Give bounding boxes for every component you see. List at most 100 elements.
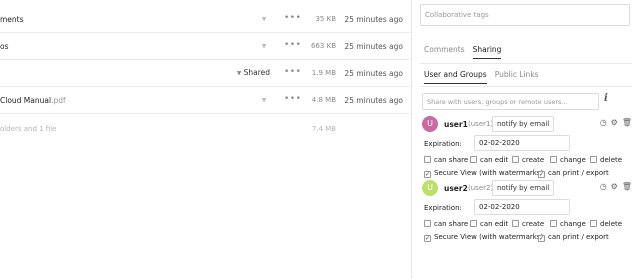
perm-label: create xyxy=(522,220,545,228)
checkbox[interactable] xyxy=(512,156,519,163)
perm-secure-view[interactable]: ✓ Secure View (with watermarks) xyxy=(424,233,543,242)
checkbox-checked[interactable]: ✓ xyxy=(424,235,431,242)
perm-label: can print / export xyxy=(548,233,609,241)
trash-icon[interactable]: 🗑 xyxy=(622,118,632,127)
tags-input[interactable]: Collaborative tags xyxy=(420,4,630,26)
file-name[interactable]: Cloud Manual.pdf xyxy=(0,96,66,105)
avatar: U xyxy=(422,180,438,196)
subtab-divider xyxy=(420,86,632,87)
notify-by-email-button[interactable]: notify by email xyxy=(492,180,555,196)
perm-change[interactable]: change xyxy=(550,220,586,228)
share-icon[interactable]: ⩔ xyxy=(262,41,266,51)
perm-secure-view[interactable]: ✓ Secure View (with watermarks) xyxy=(424,169,543,178)
info-icon[interactable]: i xyxy=(604,93,608,104)
perm-label: can share xyxy=(434,156,469,164)
permission-row-2: ✓ Secure View (with watermarks) ✓ can prin… xyxy=(424,233,634,243)
perm-label: Secure View (with watermarks) xyxy=(434,169,544,177)
notify-by-email-button[interactable]: notify by email xyxy=(492,116,555,132)
checkbox[interactable] xyxy=(550,156,557,163)
tab-sharing[interactable]: Sharing xyxy=(472,45,502,59)
file-modified: 25 minutes ago xyxy=(344,69,403,78)
tab-public-links[interactable]: Public Links xyxy=(495,70,539,83)
checkbox[interactable] xyxy=(590,220,597,227)
expiration-label: Expiration: xyxy=(424,140,462,148)
perm-can-edit[interactable]: can edit xyxy=(470,156,508,164)
share-user-id: (user2) xyxy=(468,184,494,192)
checkbox-checked[interactable]: ✓ xyxy=(424,171,431,178)
checkbox[interactable] xyxy=(550,220,557,227)
more-actions-icon[interactable]: ••• xyxy=(284,13,301,23)
file-row[interactable]: ments ⩔ ••• 35 KB 25 minutes ago xyxy=(0,6,411,33)
share-icon: ⩔ xyxy=(237,68,242,77)
details-sidebar: Collaborative tags Comments Sharing User … xyxy=(412,0,640,279)
perm-create[interactable]: create xyxy=(512,220,544,228)
perm-delete[interactable]: delete xyxy=(590,156,622,164)
perm-create[interactable]: create xyxy=(512,156,544,164)
file-size: 4.8 MB xyxy=(311,96,336,104)
perm-delete[interactable]: delete xyxy=(590,220,622,228)
permission-row-2: ✓ Secure View (with watermarks) ✓ can prin… xyxy=(424,169,634,179)
perm-label: can edit xyxy=(480,220,509,228)
checkbox[interactable] xyxy=(424,220,431,227)
clock-icon[interactable]: ◷ xyxy=(600,182,607,191)
tab-user-and-groups[interactable]: User and Groups xyxy=(424,70,487,84)
permission-row: can share can edit create change delete xyxy=(424,156,634,166)
file-row[interactable]: os ⩔ ••• 663 KB 25 minutes ago xyxy=(0,33,411,60)
share-icon[interactable]: ⩔ xyxy=(262,95,266,105)
share-icon[interactable]: ⩔ xyxy=(262,14,266,24)
perm-can-print[interactable]: ✓ can print / export xyxy=(538,233,609,242)
perm-label: can edit xyxy=(480,156,509,164)
perm-label: can print / export xyxy=(548,169,609,177)
expiration-date-input[interactable]: 02-02-2020 xyxy=(474,199,570,215)
summary-size: 7.4 MB xyxy=(311,125,336,133)
checkbox-checked[interactable]: ✓ xyxy=(538,235,545,242)
share-user-id: (user1) xyxy=(468,120,494,128)
sharing-subtabs: User and Groups Public Links xyxy=(424,70,547,86)
perm-label: change xyxy=(560,220,586,228)
perm-change[interactable]: change xyxy=(550,156,586,164)
gear-icon[interactable]: ⚙ xyxy=(611,118,618,127)
perm-can-edit[interactable]: can edit xyxy=(470,220,508,228)
file-modified: 25 minutes ago xyxy=(344,15,403,24)
summary-text: olders and 1 file xyxy=(0,125,57,133)
perm-can-print[interactable]: ✓ can print / export xyxy=(538,169,609,178)
perm-label: delete xyxy=(600,156,623,164)
file-row[interactable]: ⩔ Shared ••• 1.9 MB 25 minutes ago xyxy=(0,60,411,87)
file-name[interactable]: os xyxy=(0,42,9,51)
file-summary: olders and 1 file 7.4 MB xyxy=(0,125,411,139)
checkbox[interactable] xyxy=(590,156,597,163)
file-size: 35 KB xyxy=(315,15,336,23)
perm-can-share[interactable]: can share xyxy=(424,156,468,164)
share-entry-user2: U user2 (user2) notify by email ◷ ⚙ 🗑 Expi… xyxy=(422,180,632,250)
share-actions: ◷ ⚙ 🗑 xyxy=(596,182,632,191)
clock-icon[interactable]: ◷ xyxy=(600,118,607,127)
more-actions-icon[interactable]: ••• xyxy=(284,40,301,50)
avatar: U xyxy=(422,116,438,132)
checkbox-checked[interactable]: ✓ xyxy=(538,171,545,178)
file-name[interactable]: ments xyxy=(0,15,24,24)
perm-can-share[interactable]: can share xyxy=(424,220,468,228)
more-actions-icon[interactable]: ••• xyxy=(284,94,301,104)
shared-button[interactable]: ⩔ Shared xyxy=(237,68,270,78)
file-list: ments ⩔ ••• 35 KB 25 minutes ago os ⩔ ••… xyxy=(0,0,411,279)
expiration-date-input[interactable]: 02-02-2020 xyxy=(474,135,570,151)
more-actions-icon[interactable]: ••• xyxy=(284,67,301,77)
permission-row: can share can edit create change delete xyxy=(424,220,634,230)
file-basename: Cloud Manual xyxy=(0,96,52,105)
share-search-input[interactable]: Share with users, groups or remote users… xyxy=(422,93,599,110)
checkbox[interactable] xyxy=(512,220,519,227)
file-extension: .pdf xyxy=(51,96,66,105)
gear-icon[interactable]: ⚙ xyxy=(611,182,618,191)
tab-divider xyxy=(420,63,632,64)
checkbox[interactable] xyxy=(470,156,477,163)
file-row[interactable]: Cloud Manual.pdf ⩔ ••• 4.8 MB 25 minutes… xyxy=(0,87,411,114)
perm-label: can share xyxy=(434,220,469,228)
checkbox[interactable] xyxy=(470,220,477,227)
sidebar-tabs: Comments Sharing xyxy=(424,45,509,61)
perm-label: change xyxy=(560,156,586,164)
share-entry-user1: U user1 (user1) notify by email ◷ ⚙ 🗑 Expi… xyxy=(422,116,632,186)
trash-icon[interactable]: 🗑 xyxy=(622,182,632,191)
perm-label: Secure View (with watermarks) xyxy=(434,233,544,241)
checkbox[interactable] xyxy=(424,156,431,163)
tab-comments[interactable]: Comments xyxy=(424,45,465,58)
